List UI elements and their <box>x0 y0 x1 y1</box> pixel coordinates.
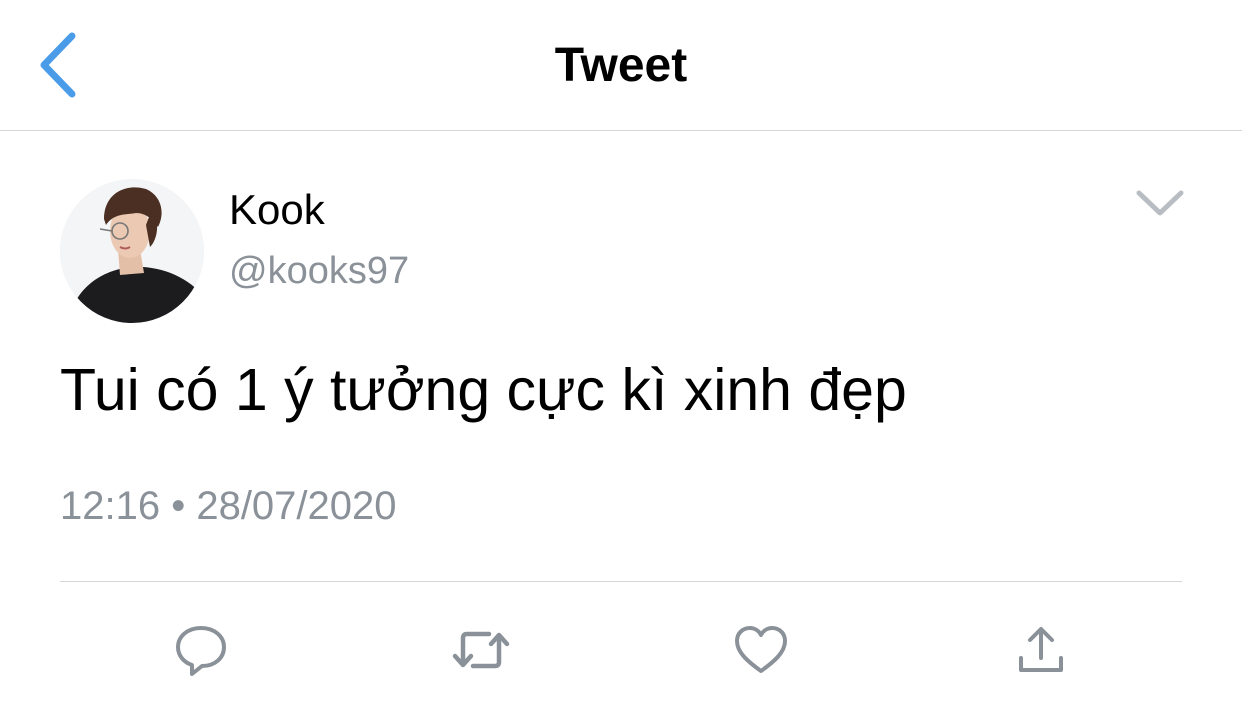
display-name[interactable]: Kook <box>229 186 325 234</box>
tweet-text: Tui có 1 ý tưởng cực kì xinh đẹp <box>60 357 907 423</box>
reply-button[interactable] <box>169 618 233 682</box>
heart-icon <box>735 626 787 673</box>
divider <box>60 581 1182 582</box>
page-title: Tweet <box>554 39 688 92</box>
nav-header: Tweet <box>0 0 1242 131</box>
user-handle[interactable]: @kooks97 <box>229 250 409 293</box>
tweet-menu-button[interactable] <box>1132 180 1188 224</box>
share-upload-icon <box>1019 627 1063 672</box>
chevron-down-icon <box>1136 190 1184 216</box>
retweet-button[interactable] <box>449 618 513 682</box>
retweet-arrows-icon <box>452 631 510 669</box>
avatar[interactable] <box>60 179 204 323</box>
speech-bubble-icon <box>176 626 226 676</box>
profile-photo <box>60 179 204 323</box>
share-button[interactable] <box>1009 618 1073 682</box>
like-button[interactable] <box>729 618 793 682</box>
tweet-timestamp: 12:16 • 28/07/2020 <box>60 484 397 528</box>
